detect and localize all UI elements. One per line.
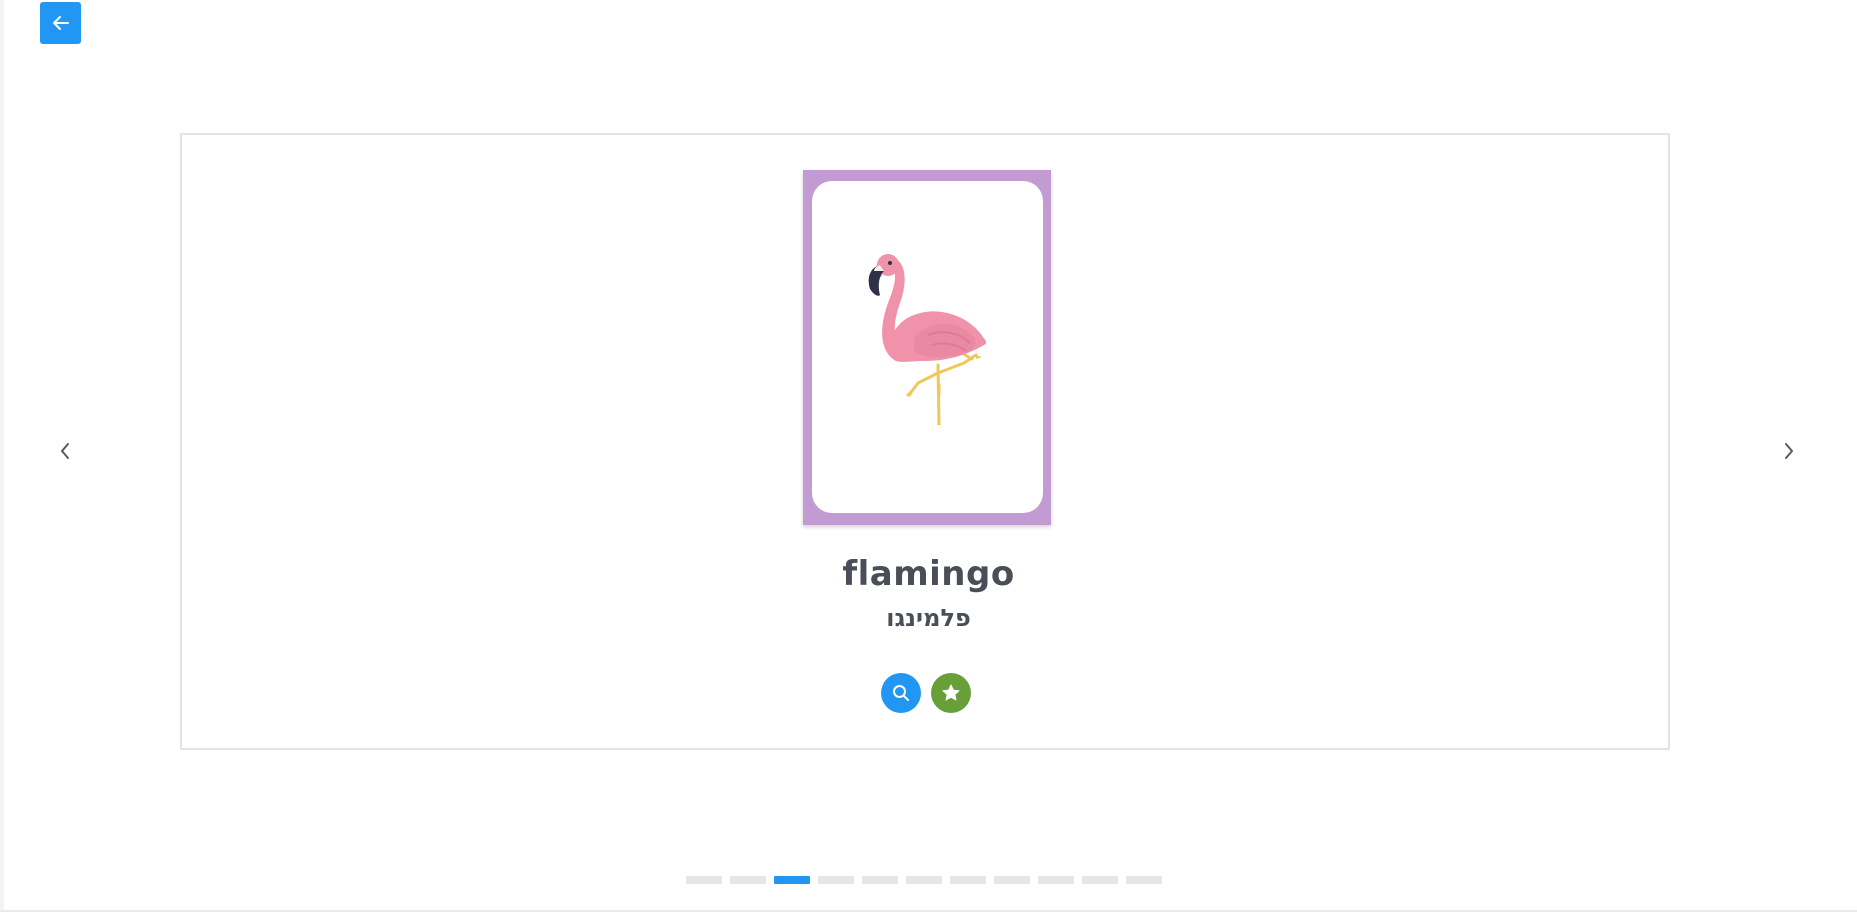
pagination-dot[interactable] <box>906 876 942 884</box>
card-word-hebrew: פלמינגו <box>886 604 971 632</box>
pagination-dot[interactable] <box>994 876 1030 884</box>
next-card-button[interactable] <box>1777 440 1799 462</box>
left-edge <box>0 0 4 912</box>
pagination-dot[interactable] <box>818 876 854 884</box>
card-pagination <box>686 876 1162 884</box>
pagination-dot[interactable] <box>950 876 986 884</box>
flamingo-illustration <box>868 254 987 425</box>
chevron-right-icon <box>1785 443 1793 459</box>
flashcard-viewer: flamingo פלמינגו <box>0 0 1857 912</box>
pagination-dot[interactable] <box>730 876 766 884</box>
previous-card-button[interactable] <box>55 440 77 462</box>
pagination-dot[interactable] <box>1082 876 1118 884</box>
chevron-left-icon <box>61 443 69 459</box>
star-icon <box>942 684 960 701</box>
back-button[interactable] <box>40 2 81 44</box>
pagination-dot[interactable] <box>686 876 722 884</box>
flashcard[interactable] <box>803 170 1051 525</box>
search-button[interactable] <box>881 673 921 713</box>
pagination-dot[interactable] <box>1038 876 1074 884</box>
pagination-dot[interactable] <box>862 876 898 884</box>
pagination-dot-active[interactable] <box>774 876 810 884</box>
favorite-button[interactable] <box>931 673 971 713</box>
arrow-left-icon <box>52 16 69 30</box>
flashcard-face <box>812 181 1043 513</box>
search-icon <box>893 685 909 701</box>
card-word-english: flamingo <box>842 554 1015 594</box>
pagination-dot[interactable] <box>1126 876 1162 884</box>
